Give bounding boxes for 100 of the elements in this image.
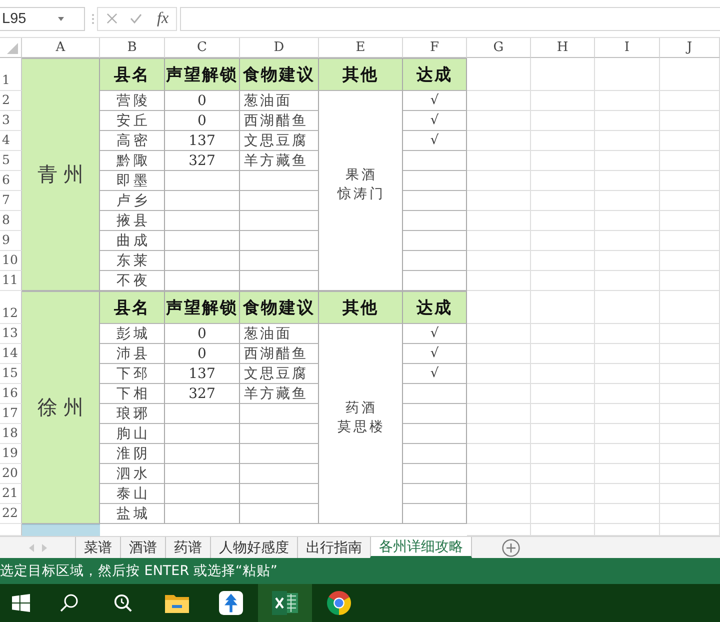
reputation-cell: 137 <box>165 364 240 384</box>
reputation-cell: 327 <box>165 384 240 404</box>
county-cell: 盐城 <box>100 504 165 524</box>
row-header[interactable]: 18 <box>0 424 22 444</box>
reputation-cell: 0 <box>165 324 240 344</box>
row-header[interactable]: 9 <box>0 231 22 251</box>
taskbar-button[interactable] <box>258 584 312 622</box>
name-box[interactable]: L95 <box>0 6 85 30</box>
tree-app-icon <box>218 591 244 615</box>
achieved-cell: √ <box>403 324 467 344</box>
color-wheel-icon <box>326 591 352 615</box>
reputation-cell: 0 <box>165 91 240 111</box>
achieved-cell: √ <box>403 91 467 111</box>
county-cell: 掖县 <box>100 211 165 231</box>
reputation-cell: 137 <box>165 131 240 151</box>
achieved-cell: √ <box>403 364 467 384</box>
county-cell: 卢乡 <box>100 191 165 211</box>
row-header[interactable]: 7 <box>0 191 22 211</box>
column-header[interactable]: F <box>403 38 467 58</box>
county-cell: 朐山 <box>100 424 165 444</box>
row-header[interactable]: 17 <box>0 404 22 424</box>
row-header[interactable]: 3 <box>0 111 22 131</box>
status-message: 选定目标区域，然后按 ENTER 或选择“粘贴” <box>0 562 278 580</box>
achieved-cell: √ <box>403 344 467 364</box>
row-header[interactable]: 8 <box>0 211 22 231</box>
row-header[interactable]: 5 <box>0 151 22 171</box>
column-header[interactable]: I <box>595 38 660 58</box>
column-header[interactable]: D <box>240 38 319 58</box>
county-cell: 营陵 <box>100 91 165 111</box>
spreadsheet-icon <box>272 591 298 615</box>
other-text: 果酒 <box>344 166 378 184</box>
plus-circle-icon[interactable] <box>502 538 520 556</box>
column-header[interactable]: C <box>165 38 240 58</box>
county-cell: 下邳 <box>100 364 165 384</box>
row-header[interactable]: 15 <box>0 364 22 384</box>
county-cell: 曲成 <box>100 231 165 251</box>
county-cell: 黔陬 <box>100 151 165 171</box>
reputation-cell: 0 <box>165 344 240 364</box>
row-header[interactable]: 16 <box>0 384 22 404</box>
header-cell: 声望解锁 <box>165 291 240 324</box>
county-cell: 东莱 <box>100 251 165 271</box>
reputation-cell: 327 <box>165 151 240 171</box>
region-cell: 徐州 <box>22 291 100 524</box>
row-header[interactable]: 10 <box>0 251 22 271</box>
county-cell: 泰山 <box>100 484 165 504</box>
search-icon <box>60 594 78 612</box>
food-cell: 西湖醋鱼 <box>240 344 319 364</box>
folder-icon <box>165 593 189 613</box>
county-cell: 琅琊 <box>100 404 165 424</box>
row-header[interactable]: 11 <box>0 271 22 291</box>
column-header[interactable]: B <box>100 38 165 58</box>
county-cell: 即墨 <box>100 171 165 191</box>
row-header[interactable]: 1 <box>0 58 22 91</box>
column-header[interactable]: G <box>467 38 531 58</box>
header-cell: 县名 <box>100 58 165 91</box>
header-cell: 县名 <box>100 291 165 324</box>
food-cell: 文思豆腐 <box>240 131 319 151</box>
row-header[interactable]: 21 <box>0 484 22 504</box>
check-icon[interactable] <box>130 13 142 24</box>
region-cell: 青州 <box>22 58 100 291</box>
food-cell: 西湖醋鱼 <box>240 111 319 131</box>
food-cell: 文思豆腐 <box>240 364 319 384</box>
county-cell: 安丘 <box>100 111 165 131</box>
column-header[interactable]: J <box>660 38 720 58</box>
achieved-cell: √ <box>403 111 467 131</box>
caret-icon[interactable] <box>58 16 64 20</box>
row-header[interactable]: 12 <box>0 291 22 324</box>
row-header[interactable]: 14 <box>0 344 22 364</box>
header-cell: 食物建议 <box>240 291 319 324</box>
header-cell: 其他 <box>319 58 403 91</box>
row-header[interactable]: 19 <box>0 444 22 464</box>
food-cell: 羊方藏鱼 <box>240 151 319 171</box>
sheet-tab[interactable]: 各州详细攻略 <box>370 537 472 558</box>
row-header[interactable]: 20 <box>0 464 22 484</box>
column-header[interactable]: E <box>319 38 403 58</box>
header-cell: 达成 <box>403 58 467 91</box>
header-cell: 其他 <box>319 291 403 324</box>
reputation-cell: 0 <box>165 111 240 131</box>
county-cell: 不夜 <box>100 271 165 291</box>
row-header[interactable]: 4 <box>0 131 22 151</box>
column-header[interactable]: A <box>22 38 100 58</box>
row-header[interactable]: 2 <box>0 91 22 111</box>
header-cell: 声望解锁 <box>165 58 240 91</box>
food-cell: 羊方藏鱼 <box>240 384 319 404</box>
formula-input[interactable] <box>180 6 720 30</box>
county-cell: 彭城 <box>100 324 165 344</box>
county-cell: 高密 <box>100 131 165 151</box>
food-cell: 葱油面 <box>240 91 319 111</box>
other-text: 药酒 <box>344 398 378 418</box>
triangle-icon <box>7 43 18 54</box>
county-cell: 淮阴 <box>100 444 165 464</box>
county-cell: 泗水 <box>100 464 165 484</box>
windows-logo-icon <box>12 594 30 612</box>
row-header[interactable]: 13 <box>0 324 22 344</box>
column-header[interactable]: H <box>531 38 595 58</box>
row-header[interactable]: 6 <box>0 171 22 191</box>
other-text: 莫思楼 <box>336 418 386 436</box>
row-header[interactable]: 22 <box>0 504 22 524</box>
function-button[interactable]: fx <box>157 10 169 28</box>
other-text: 惊涛门 <box>336 184 386 204</box>
